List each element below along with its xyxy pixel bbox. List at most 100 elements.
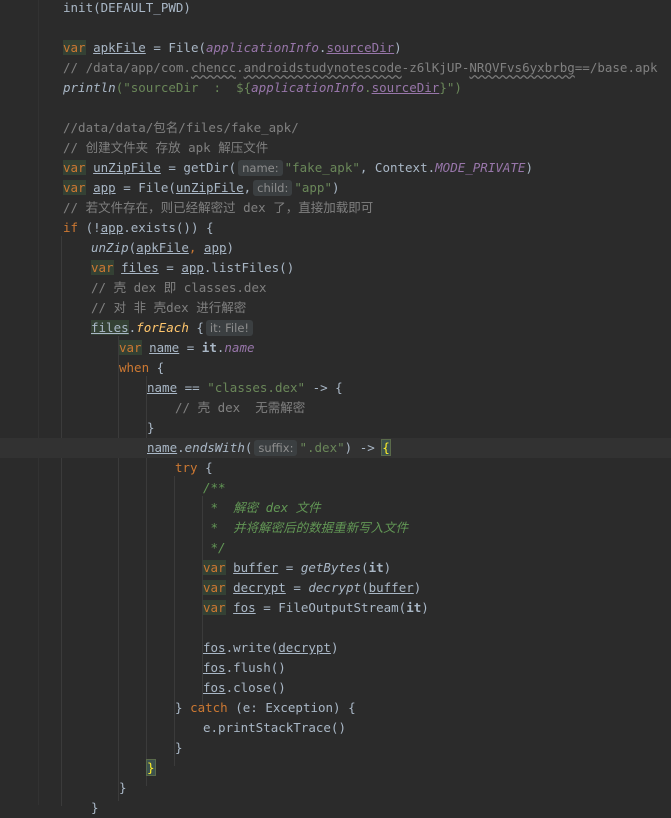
code-line: var buffer = getBytes(it) (0, 558, 671, 578)
code-token: = (179, 340, 202, 355)
constant-ref: MODE_PRIVATE (435, 160, 526, 175)
variable-ref: fos (203, 680, 226, 695)
code-token: = (158, 260, 182, 275)
function-call: getBytes (300, 560, 362, 575)
comment: androidstudynotescode (243, 60, 402, 75)
code-line: unZip(apkFile, app) (0, 238, 671, 258)
code-line: /** (0, 478, 671, 498)
property-ref: applicationInfo (251, 80, 365, 95)
code-token: . (177, 440, 185, 455)
code-line: } (0, 418, 671, 438)
code-line: var name = it.name (0, 338, 671, 358)
code-line: * 并将解密后的数据重新写入文件 (0, 518, 671, 538)
variable-ref: app (181, 260, 204, 275)
property-ref: name (224, 340, 255, 355)
keyword-var: var (63, 40, 86, 55)
parameter-hint: suffix: (254, 440, 298, 456)
doc-comment: */ (203, 540, 226, 555)
code-line: // 对 非 壳dex 进行解密 (0, 298, 671, 318)
code-line: } (0, 778, 671, 798)
code-token: .exists()) { (123, 220, 214, 235)
variable-name: buffer (233, 560, 279, 575)
code-token: -> { (305, 380, 343, 395)
function-call: println (63, 80, 116, 95)
code-token: = File( (115, 180, 176, 195)
code-line: // 创建文件夹 存放 apk 解压文件 (0, 138, 671, 158)
code-line: } catch (e: Exception) { (0, 698, 671, 718)
code-token: ) (525, 160, 533, 175)
code-token: = getDir( (160, 160, 237, 175)
code-token: .listFiles() (203, 260, 295, 275)
it-ref: it (368, 560, 384, 575)
code-line: var decrypt = decrypt(buffer) (0, 578, 671, 598)
comment: // /data/app/com. (63, 60, 191, 75)
variable-ref: decrypt (278, 640, 331, 655)
variable-name: fos (233, 600, 256, 615)
code-line: init(DEFAULT_PWD) (0, 0, 671, 18)
variable-ref: unZipFile (175, 180, 244, 195)
comment: // 壳 dex 即 classes.dex (91, 280, 267, 295)
comment: NRQVFvs6yxbrbg (469, 60, 575, 75)
code-line: println("sourceDir : ${applicationInfo.s… (0, 78, 671, 98)
code-line: var unZipFile = getDir(name: "fake_apk", … (0, 158, 671, 178)
variable-name: apkFile (93, 40, 146, 55)
keyword-when: when (119, 360, 150, 375)
function-call: forEach (136, 320, 189, 335)
keyword-var: var (203, 560, 226, 575)
variable-ref: name (147, 440, 178, 455)
variable-name: files (121, 260, 159, 275)
comment: // 创建文件夹 存放 apk 解压文件 (63, 140, 269, 155)
init-call: init(DEFAULT_PWD) (63, 0, 191, 15)
code-line: when { (0, 358, 671, 378)
code-editor[interactable]: init(DEFAULT_PWD) var apkFile = File( app… (0, 0, 671, 815)
keyword-var: var (203, 580, 226, 595)
comment: chencc (190, 60, 237, 75)
code-token: } (175, 740, 183, 755)
doc-comment: /** (203, 480, 226, 495)
matched-brace: } (146, 759, 156, 776)
variable-ref: files (91, 320, 129, 335)
code-token: , Context. (359, 160, 436, 175)
variable-ref: app (203, 240, 227, 255)
code-token: } (147, 420, 155, 435)
variable-ref: app (100, 220, 124, 235)
code-token: } (91, 800, 99, 815)
string-literal: "app" (294, 180, 332, 195)
code-token: { (188, 320, 204, 335)
keyword-var: var (119, 340, 142, 355)
string-literal: "classes.dex" (207, 380, 306, 395)
variable-ref: fos (203, 660, 226, 675)
code-token: ) (383, 560, 392, 575)
code-token: , (188, 240, 204, 255)
code-token: ) (421, 600, 429, 615)
code-line: */ (0, 538, 671, 558)
code-token: { (149, 360, 165, 375)
keyword-if: if (63, 220, 79, 235)
parameter-hint: name: (238, 160, 283, 176)
code-token: (e: Exception) { (227, 700, 356, 715)
code-token: = (285, 580, 309, 595)
code-line: var app = File(unZipFile, child: "app") (0, 178, 671, 198)
string-literal: "fake_apk" (284, 160, 360, 175)
code-line: if (!app.exists()) { (0, 218, 671, 238)
variable-ref: buffer (368, 580, 414, 595)
code-token: (! (78, 220, 101, 235)
code-line-current[interactable]: name.endsWith(suffix: ".dex") -> { (0, 438, 671, 458)
code-token: == (177, 380, 208, 395)
code-line: * 解密 dex 文件 (0, 498, 671, 518)
parameter-hint: child: (253, 180, 293, 196)
function-call: unZip (91, 240, 129, 255)
comment: // 壳 dex 无需解密 (175, 400, 306, 415)
code-line: } (0, 738, 671, 758)
it-ref: it (201, 340, 217, 355)
code-line: } (0, 758, 671, 778)
code-token: .close() (225, 680, 286, 695)
code-line: var files = app.listFiles() (0, 258, 671, 278)
code-token: .flush() (225, 660, 286, 675)
comment: . (236, 60, 244, 75)
code-line: try { (0, 458, 671, 478)
comment: //data/data/包名/files/fake_apk/ (63, 120, 299, 135)
code-token: .write( (225, 640, 279, 655)
comment: // 若文件存在，则已经解密过 dex 了，直接加载即可 (63, 200, 374, 215)
keyword-try: try (175, 460, 198, 475)
